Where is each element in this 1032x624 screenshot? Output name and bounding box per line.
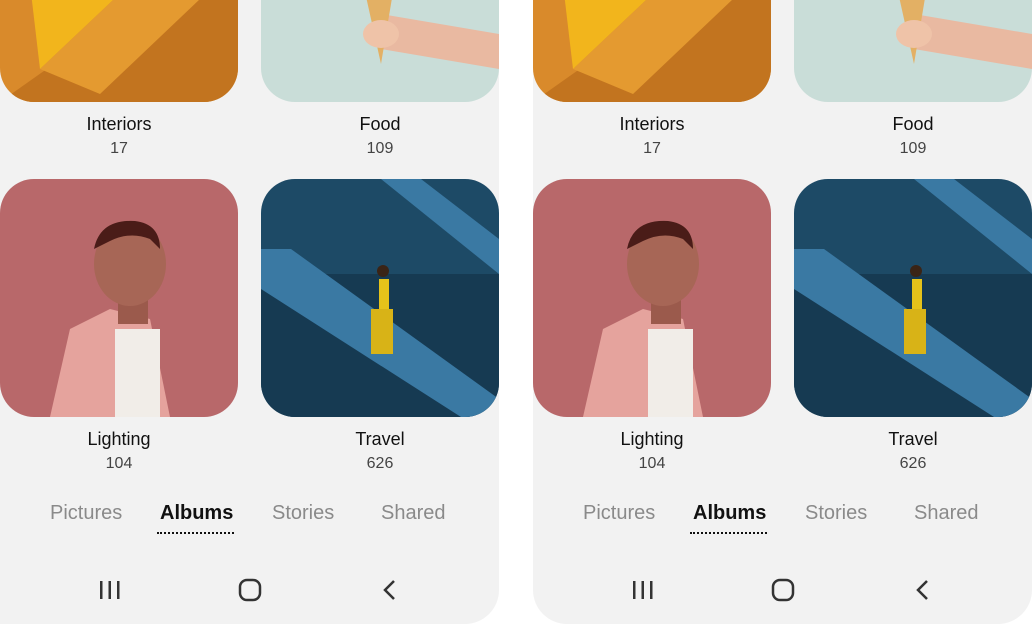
lighting-photo — [0, 179, 238, 417]
album-title-lighting: Lighting — [620, 429, 684, 449]
album-title-travel: Travel — [888, 429, 938, 449]
tab-stories[interactable]: Stories — [272, 502, 334, 525]
active-tab-indicator — [690, 532, 767, 534]
tab-pictures[interactable]: Pictures — [50, 502, 122, 525]
album-thumbnail-food[interactable] — [794, 0, 1032, 102]
album-count-travel: 626 — [366, 455, 394, 472]
system-navigation-bar — [0, 572, 499, 608]
tab-pictures[interactable]: Pictures — [583, 502, 655, 525]
album-thumbnail-lighting[interactable] — [0, 179, 238, 417]
album-thumbnail-travel[interactable] — [794, 179, 1032, 417]
recent-apps-icon — [100, 581, 120, 599]
album-thumbnail-interiors[interactable] — [0, 0, 238, 102]
food-photo — [261, 0, 499, 102]
home-button[interactable] — [763, 572, 803, 608]
album-count-food: 109 — [366, 140, 394, 157]
tab-albums[interactable]: Albums — [693, 502, 766, 525]
back-icon — [383, 580, 395, 600]
recent-apps-button[interactable] — [623, 572, 663, 608]
album-title-interiors: Interiors — [619, 114, 685, 134]
album-count-interiors: 17 — [110, 140, 128, 157]
phone-screen-left: Interiors 17 Food 109 Lighting 104 Trave… — [0, 0, 499, 624]
album-count-interiors: 17 — [643, 140, 661, 157]
tab-shared[interactable]: Shared — [381, 502, 446, 525]
recent-apps-button[interactable] — [90, 572, 130, 608]
home-button[interactable] — [230, 572, 270, 608]
tab-stories[interactable]: Stories — [805, 502, 867, 525]
back-button[interactable] — [903, 572, 943, 608]
album-thumbnail-travel[interactable] — [261, 179, 499, 417]
album-count-lighting: 104 — [105, 455, 133, 472]
tab-bar: Pictures Albums Stories Shared — [533, 502, 1032, 542]
interiors-photo — [0, 0, 238, 102]
album-title-food: Food — [359, 114, 401, 134]
album-title-lighting: Lighting — [87, 429, 151, 449]
food-photo — [794, 0, 1032, 102]
album-count-lighting: 104 — [638, 455, 666, 472]
album-thumbnail-lighting[interactable] — [533, 179, 771, 417]
album-title-travel: Travel — [355, 429, 405, 449]
travel-photo — [794, 179, 1032, 417]
interiors-photo — [533, 0, 771, 102]
travel-photo — [261, 179, 499, 417]
album-count-travel: 626 — [899, 455, 927, 472]
system-navigation-bar — [533, 572, 1032, 608]
phone-screen-right: Interiors 17 Food 109 Lighting 104 Trave… — [533, 0, 1032, 624]
album-thumbnail-food[interactable] — [261, 0, 499, 102]
lighting-photo — [533, 179, 771, 417]
album-count-food: 109 — [899, 140, 927, 157]
home-icon — [771, 578, 795, 602]
recent-apps-icon — [633, 581, 653, 599]
tab-shared[interactable]: Shared — [914, 502, 979, 525]
tab-albums[interactable]: Albums — [160, 502, 233, 525]
tab-bar: Pictures Albums Stories Shared — [0, 502, 499, 542]
home-icon — [238, 578, 262, 602]
album-title-food: Food — [892, 114, 934, 134]
back-icon — [916, 580, 928, 600]
album-title-interiors: Interiors — [86, 114, 152, 134]
back-button[interactable] — [370, 572, 410, 608]
album-thumbnail-interiors[interactable] — [533, 0, 771, 102]
active-tab-indicator — [157, 532, 234, 534]
